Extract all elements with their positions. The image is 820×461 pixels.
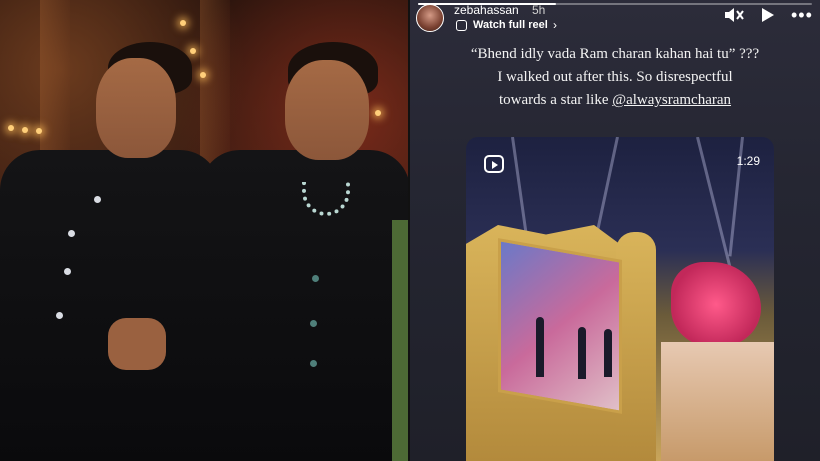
- face: [96, 58, 176, 158]
- reel-badge-icon: [484, 155, 504, 173]
- post-time: 5h: [532, 3, 546, 17]
- palace-tower: [616, 232, 656, 461]
- caption-line-3: towards a star like @alwaysramcharan: [410, 92, 820, 109]
- caption-text: towards a star like: [498, 92, 613, 108]
- palace-wing: [661, 342, 774, 461]
- performer: [604, 329, 612, 377]
- play-icon[interactable]: [762, 8, 774, 22]
- stage-light: [180, 20, 186, 26]
- watch-full-reel-link[interactable]: Watch full reel: [473, 19, 548, 31]
- performer: [578, 327, 586, 379]
- suit-button: [56, 312, 63, 319]
- suit-button: [310, 360, 317, 367]
- face: [285, 60, 369, 160]
- stage-light: [22, 127, 28, 133]
- stage-light: [8, 125, 14, 131]
- speaker-muted-icon[interactable]: [724, 7, 744, 23]
- username[interactable]: zebahassan: [454, 3, 519, 17]
- green-sleeve: [392, 220, 408, 461]
- event-photo: [0, 0, 408, 461]
- caption-line-1: “Bhend idly vada Ram charan kahan hai tu…: [470, 46, 760, 62]
- stage-light: [190, 48, 196, 54]
- stage-light: [36, 128, 42, 134]
- profile-avatar[interactable]: [416, 4, 444, 32]
- holding-hands: [108, 318, 166, 370]
- light-beam: [696, 137, 733, 274]
- caption-line-2: I walked out after this. So disrespectfu…: [497, 69, 733, 85]
- stage-screen: [498, 238, 622, 414]
- stage-light: [375, 110, 381, 116]
- performer: [536, 317, 544, 377]
- more-options-icon[interactable]: •••: [791, 5, 813, 26]
- sherwani: [0, 150, 220, 461]
- embedded-reel-preview[interactable]: 1:29: [466, 137, 774, 461]
- suit-button: [312, 275, 319, 282]
- suit-button: [310, 320, 317, 327]
- mention-link[interactable]: @alwaysramcharan: [612, 92, 731, 108]
- pink-decoration: [671, 262, 761, 347]
- suit-button: [64, 268, 71, 275]
- chevron-right-icon: ›: [553, 18, 557, 32]
- suit-button: [94, 196, 101, 203]
- composite-image: zebahassan 5h Watch full reel › ••• “Bhe…: [0, 0, 820, 461]
- reels-icon: [456, 20, 467, 31]
- suit-button: [68, 230, 75, 237]
- stage-light: [200, 72, 206, 78]
- video-duration: 1:29: [736, 154, 760, 168]
